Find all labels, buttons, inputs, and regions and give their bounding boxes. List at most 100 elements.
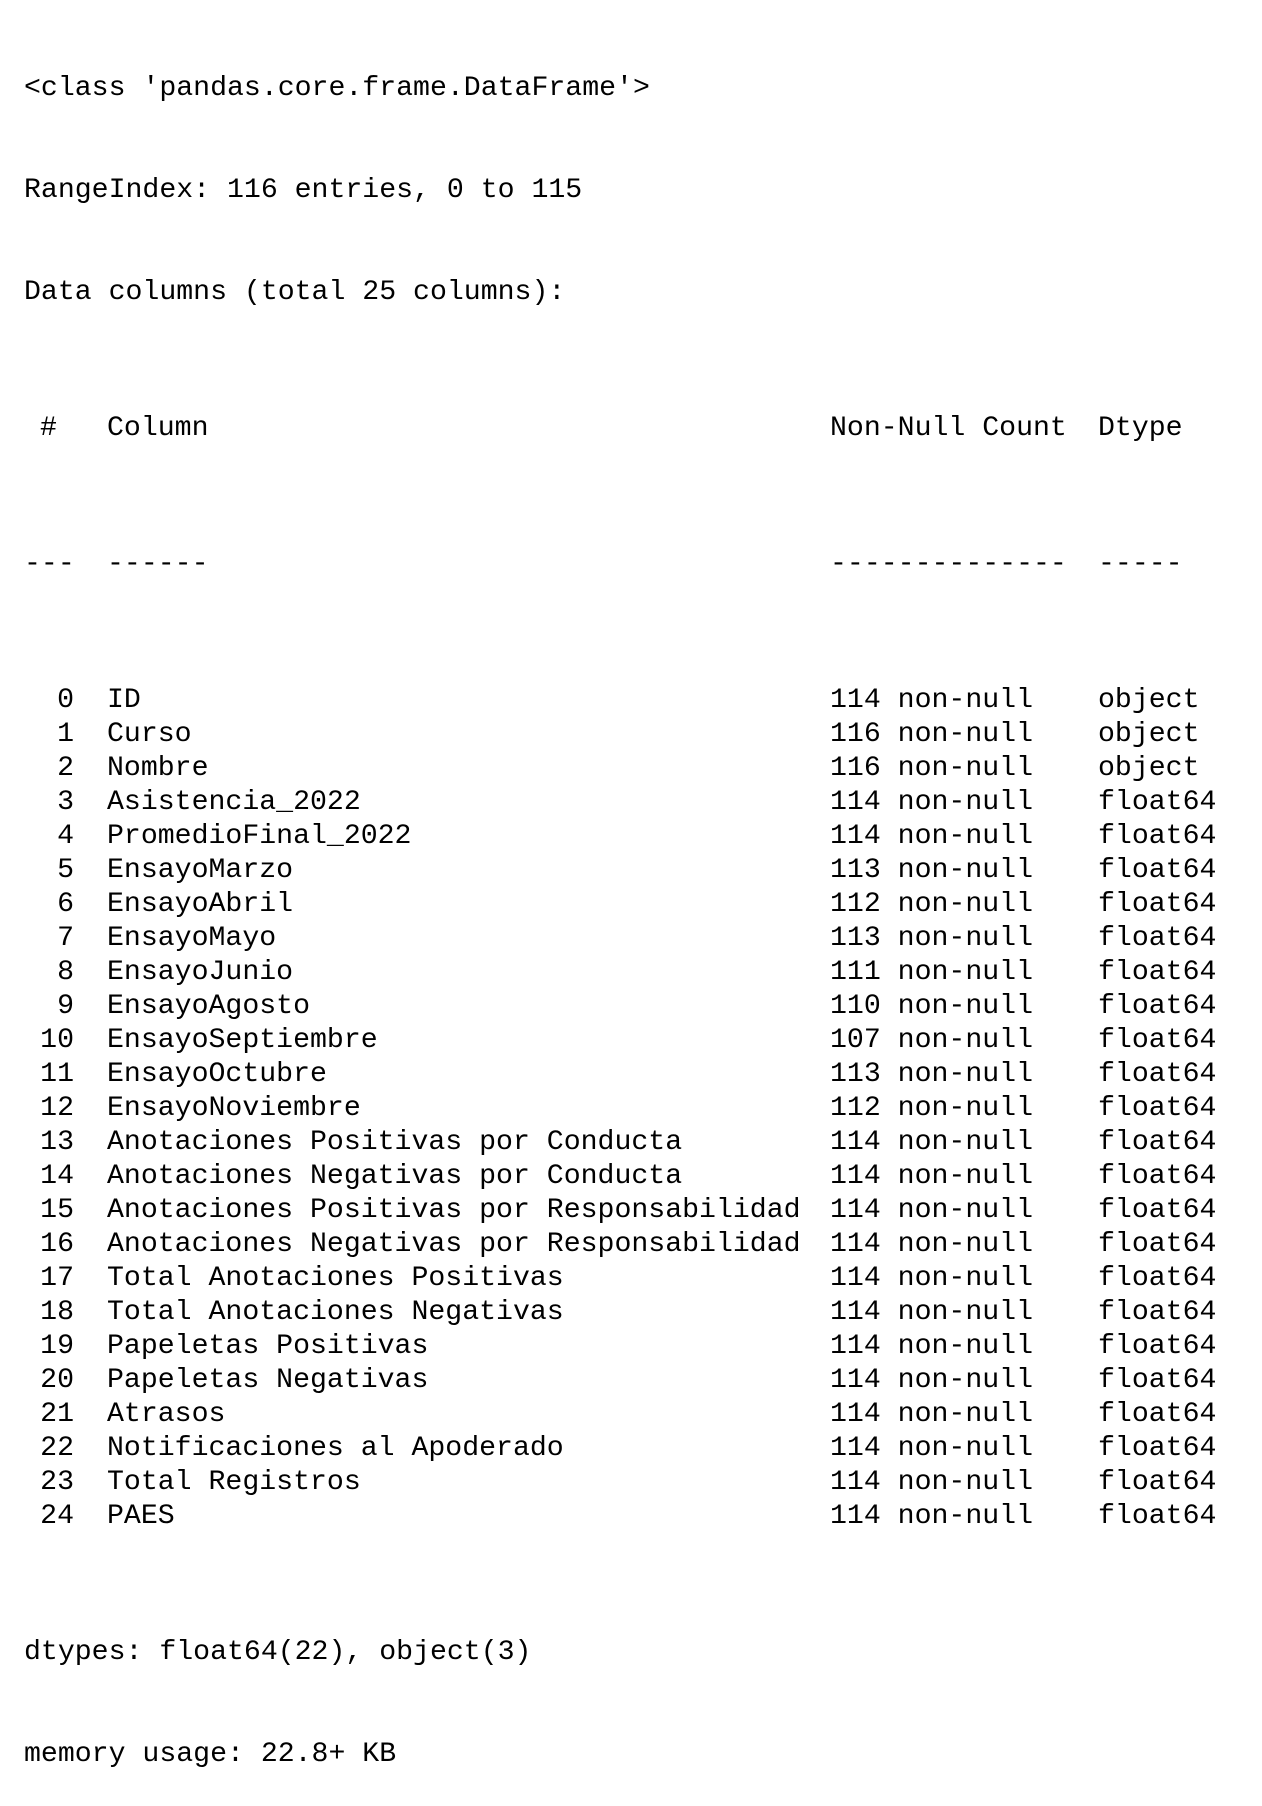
table-header-row: # Column Non-Null Count Dtype — [24, 412, 1183, 446]
row-index: 4 — [57, 821, 74, 852]
separator-dtype: ----- — [1098, 549, 1183, 580]
row-index: 14 — [40, 1161, 74, 1192]
table-row: 16 Anotaciones Negativas por Responsabili… — [24, 1228, 1216, 1262]
row-column-name: EnsayoAbril — [107, 889, 294, 920]
row-non-null-count: 114 non-null — [830, 1161, 1033, 1192]
row-dtype: object — [1098, 685, 1200, 716]
table-row: 15 Anotaciones Positivas por Responsabili… — [24, 1194, 1216, 1228]
row-dtype: float64 — [1098, 1263, 1217, 1294]
row-dtype: object — [1098, 719, 1200, 750]
row-column-name: Anotaciones Negativas por Conducta — [107, 1161, 683, 1192]
range-index-line: RangeIndex: 116 entries, 0 to 115 — [24, 175, 583, 206]
row-non-null-count: 114 non-null — [830, 1297, 1033, 1328]
header-column: Column — [107, 413, 209, 444]
table-row: 8 EnsayoJunio 111 non-null float64 — [24, 956, 1216, 990]
row-dtype: float64 — [1098, 1161, 1217, 1192]
row-dtype: float64 — [1098, 855, 1217, 886]
row-column-name: PAES — [107, 1501, 175, 1532]
header-non-null-count: Non-Null Count — [830, 413, 1067, 444]
row-non-null-count: 110 non-null — [830, 991, 1033, 1022]
row-index: 19 — [40, 1331, 74, 1362]
row-non-null-count: 114 non-null — [830, 685, 1033, 716]
table-row: 5 EnsayoMarzo 113 non-null float64 — [24, 854, 1216, 888]
row-non-null-count: 112 non-null — [830, 1093, 1033, 1124]
header-dtype: Dtype — [1098, 413, 1183, 444]
row-non-null-count: 114 non-null — [830, 787, 1033, 818]
row-non-null-count: 114 non-null — [830, 1331, 1033, 1362]
row-dtype: float64 — [1098, 889, 1217, 920]
table-row: 23 Total Registros 114 non-null float64 — [24, 1466, 1216, 1500]
row-column-name: Anotaciones Positivas por Responsabilida… — [107, 1195, 801, 1226]
row-non-null-count: 114 non-null — [830, 1195, 1033, 1226]
row-non-null-count: 116 non-null — [830, 719, 1033, 750]
row-index: 13 — [40, 1127, 74, 1158]
row-index: 0 — [57, 685, 74, 716]
table-row: 10 EnsayoSeptiembre 107 non-null float64 — [24, 1024, 1216, 1058]
row-column-name: Nombre — [107, 753, 209, 784]
row-non-null-count: 114 non-null — [830, 1263, 1033, 1294]
row-non-null-count: 113 non-null — [830, 923, 1033, 954]
row-index: 23 — [40, 1467, 74, 1498]
table-row: 24 PAES 114 non-null float64 — [24, 1500, 1216, 1534]
separator-non-null-count: -------------- — [830, 549, 1067, 580]
table-row: 7 EnsayoMayo 113 non-null float64 — [24, 922, 1216, 956]
row-column-name: PromedioFinal_2022 — [107, 821, 412, 852]
row-index: 24 — [40, 1501, 74, 1532]
table-separator-row: --- ------ -------------- ----- — [24, 548, 1183, 582]
row-dtype: float64 — [1098, 957, 1217, 988]
row-column-name: Total Registros — [107, 1467, 361, 1498]
row-column-name: Total Anotaciones Negativas — [107, 1297, 564, 1328]
row-non-null-count: 114 non-null — [830, 1467, 1033, 1498]
table-row: 6 EnsayoAbril 112 non-null float64 — [24, 888, 1216, 922]
row-column-name: Anotaciones Negativas por Responsabilida… — [107, 1229, 801, 1260]
row-column-name: EnsayoMarzo — [107, 855, 294, 886]
header-index: # — [40, 413, 57, 444]
row-index: 21 — [40, 1399, 74, 1430]
memory-usage: memory usage: 22.8+ KB — [24, 1739, 397, 1770]
row-column-name: EnsayoMayo — [107, 923, 277, 954]
row-index: 18 — [40, 1297, 74, 1328]
dtypes-summary: dtypes: float64(22), object(3) — [24, 1637, 532, 1668]
row-column-name: EnsayoNoviembre — [107, 1093, 361, 1124]
row-column-name: Papeletas Negativas — [107, 1365, 429, 1396]
table-row: 13 Anotaciones Positivas por Conducta 114 … — [24, 1126, 1216, 1160]
separator-column: ------ — [107, 549, 209, 580]
row-dtype: float64 — [1098, 1195, 1217, 1226]
row-dtype: float64 — [1098, 1093, 1217, 1124]
row-non-null-count: 114 non-null — [830, 1127, 1033, 1158]
table-row: 0 ID 114 non-null object — [24, 684, 1199, 718]
table-row: 21 Atrasos 114 non-null float64 — [24, 1398, 1216, 1432]
table-row: 14 Anotaciones Negativas por Conducta 114 … — [24, 1160, 1216, 1194]
row-non-null-count: 114 non-null — [830, 821, 1033, 852]
row-non-null-count: 114 non-null — [830, 1433, 1033, 1464]
table-body: 0 ID 114 non-null object 1 Curso 116 non-null o… — [24, 684, 1216, 1534]
row-column-name: EnsayoAgosto — [107, 991, 310, 1022]
row-column-name: ID — [107, 685, 141, 716]
row-dtype: float64 — [1098, 1501, 1217, 1532]
table-row: 2 Nombre 116 non-null object — [24, 752, 1199, 786]
row-dtype: float64 — [1098, 1229, 1217, 1260]
table-row: 9 EnsayoAgosto 110 non-null float64 — [24, 990, 1216, 1024]
row-column-name: Anotaciones Positivas por Conducta — [107, 1127, 683, 1158]
row-non-null-count: 116 non-null — [830, 753, 1033, 784]
row-index: 1 — [57, 719, 74, 750]
row-index: 20 — [40, 1365, 74, 1396]
row-dtype: float64 — [1098, 1331, 1217, 1362]
class-line: <class 'pandas.core.frame.DataFrame'> — [24, 73, 650, 104]
row-index: 3 — [57, 787, 74, 818]
row-index: 5 — [57, 855, 74, 886]
row-index: 12 — [40, 1093, 74, 1124]
table-row: 17 Total Anotaciones Positivas 114 non-nul… — [24, 1262, 1216, 1296]
table-row: 18 Total Anotaciones Negativas 114 non-nul… — [24, 1296, 1216, 1330]
dataframe-info-output: <class 'pandas.core.frame.DataFrame'> Ra… — [24, 4, 1216, 1806]
table-row: 4 PromedioFinal_2022 114 non-null float64 — [24, 820, 1216, 854]
row-index: 6 — [57, 889, 74, 920]
row-index: 17 — [40, 1263, 74, 1294]
row-dtype: float64 — [1098, 1467, 1217, 1498]
row-column-name: EnsayoOctubre — [107, 1059, 327, 1090]
row-non-null-count: 112 non-null — [830, 889, 1033, 920]
row-index: 10 — [40, 1025, 74, 1056]
row-dtype: float64 — [1098, 1433, 1217, 1464]
row-index: 8 — [57, 957, 74, 988]
table-row: 3 Asistencia_2022 114 non-null float64 — [24, 786, 1216, 820]
